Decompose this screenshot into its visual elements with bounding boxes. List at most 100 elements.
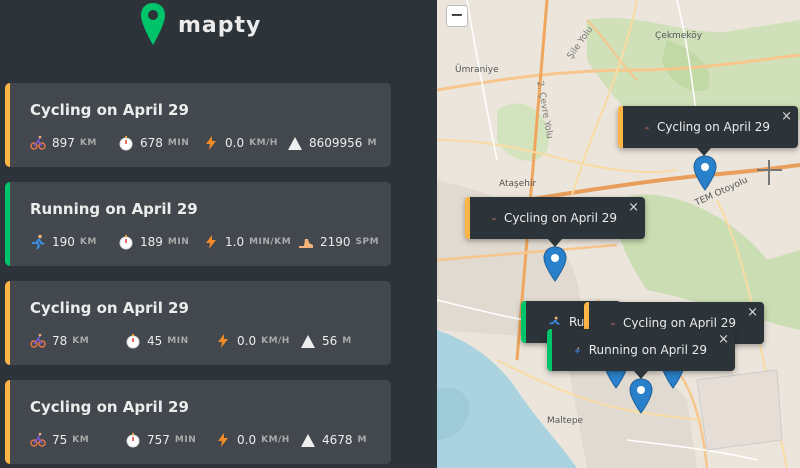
workout-elevation: 56 [322,334,338,348]
app-name: mapty [178,12,262,38]
map-place-label: Ümraniye [455,65,499,75]
workout-duration: 678 [140,136,163,150]
popup-tip [548,239,562,247]
mountain-icon [301,434,315,447]
workout-pace: 1.0 [225,235,245,249]
map[interactable]: − Çekmeköy Şile Yolu Ümraniye 2. Çevre Y… [437,0,800,468]
workout-distance-unit: KM [79,237,97,247]
workout-distance: 78 [52,334,68,348]
cyclist-icon [30,135,46,150]
lightning-icon [206,235,216,249]
workout-distance-unit: KM [72,435,90,445]
workout-detail: 0.0 KM/H [215,431,290,449]
stopwatch-icon [126,334,140,349]
workout-elevation-unit: M [367,138,377,148]
workout-title: Cycling on April 29 [30,101,189,119]
workout-distance-unit: KM [79,138,97,148]
map-place-label: Maltepe [547,416,584,426]
workout-item[interactable]: Cycling on April 29 897 KM 678 MIN 0.0 K… [5,83,391,167]
stopwatch-icon [126,433,140,448]
workout-distance-unit: KM [72,336,90,346]
workout-item[interactable]: Cycling on April 29 78 KM 45 MIN 0.0 KM/… [5,281,391,365]
workout-detail: 0.0 KM/H [203,134,278,152]
workout-detail: 897 KM [30,134,97,152]
popup-label: Cycling on April 29 [656,120,770,134]
cyclist-icon [30,432,46,447]
workout-title: Running on April 29 [30,200,198,218]
workout-popup[interactable]: Cycling on April 29 × [618,106,798,148]
cyclist-icon [611,321,615,325]
popup-label: Cycling on April 29 [622,316,736,330]
workout-cadence-unit: SPM [355,237,380,247]
workout-type-stripe [5,380,10,464]
stopwatch-icon [119,235,133,250]
close-popup-button[interactable]: × [747,305,758,320]
runner-icon [549,316,560,325]
workout-detail: 0.0 KM/H [215,332,290,350]
close-popup-button[interactable]: × [781,109,792,124]
workout-detail: 1.0 MIN/KM [203,233,291,251]
workout-item[interactable]: Cycling on April 29 75 KM 757 MIN 0.0 KM… [5,380,391,464]
map-marker-icon[interactable] [629,378,653,414]
lightning-icon [218,334,228,348]
workout-pace-unit: MIN/KM [249,237,292,247]
runner-icon [574,346,581,354]
workout-elevation-unit: M [342,336,352,346]
workout-detail: 8609956 M [287,134,377,152]
cyclist-icon [30,333,46,348]
popup-label: Cycling on April 29 [503,211,617,225]
workout-detail: 757 MIN [125,431,196,449]
cyclist-icon [645,125,649,129]
workout-speed-unit: KM/H [249,138,278,148]
zoom-out-button[interactable]: − [446,5,468,27]
mountain-icon [301,335,315,348]
close-popup-button[interactable]: × [628,200,639,215]
workout-duration: 45 [147,334,163,348]
workout-elevation: 4678 [322,433,353,447]
workout-detail: 678 MIN [118,134,189,152]
workout-elevation: 8609956 [309,136,363,150]
workout-speed: 0.0 [237,433,257,447]
map-place-label: Çekmeköy [655,31,703,41]
workout-speed: 0.0 [225,136,245,150]
mountain-icon [288,137,302,150]
close-popup-button[interactable]: × [718,332,729,347]
workout-detail: 4678 M [300,431,367,449]
workout-speed-unit: KM/H [261,336,290,346]
runner-icon [32,234,45,250]
workout-duration: 189 [140,235,163,249]
workout-title: Cycling on April 29 [30,299,189,317]
workout-duration: 757 [147,433,170,447]
map-pin-logo-icon [141,3,165,45]
workout-duration-unit: MIN [167,336,189,346]
cyclist-icon [492,216,496,220]
workout-cadence: 2190 [320,235,351,249]
workout-type-stripe [5,281,10,365]
workout-distance: 75 [52,433,68,447]
popup-tip [697,148,711,156]
logo: mapty [140,0,261,50]
workout-details: 78 KM 45 MIN 0.0 KM/H 56 M [30,332,390,350]
map-marker-icon[interactable] [543,246,567,282]
workout-detail: 75 KM [30,431,89,449]
map-marker-icon[interactable] [693,155,717,191]
popup-label: Running on April 29 [588,343,707,357]
workout-duration-unit: MIN [167,237,190,247]
workout-detail: 2190 SPM [298,233,379,251]
workout-details: 190 KM 189 MIN 1.0 MIN/KM 2190 SPM [30,233,390,251]
workout-detail: 190 KM [30,233,97,251]
workout-speed-unit: KM/H [261,435,290,445]
map-place-label: Ataşehir [499,179,537,189]
workout-popup[interactable]: Cycling on April 29 × [465,197,645,239]
popup-tip [634,371,648,379]
lightning-icon [206,136,216,150]
workout-detail: 78 KM [30,332,89,350]
popup-label: Ru [569,315,585,329]
workout-distance: 897 [52,136,75,150]
workout-popup[interactable]: Running on April 29 × [547,329,735,371]
workout-speed: 0.0 [237,334,257,348]
workout-elevation-unit: M [357,435,368,445]
footprint-icon [299,239,313,248]
workout-item[interactable]: Running on April 29 190 KM 189 MIN 1.0 M… [5,182,391,266]
workout-distance: 190 [52,235,75,249]
